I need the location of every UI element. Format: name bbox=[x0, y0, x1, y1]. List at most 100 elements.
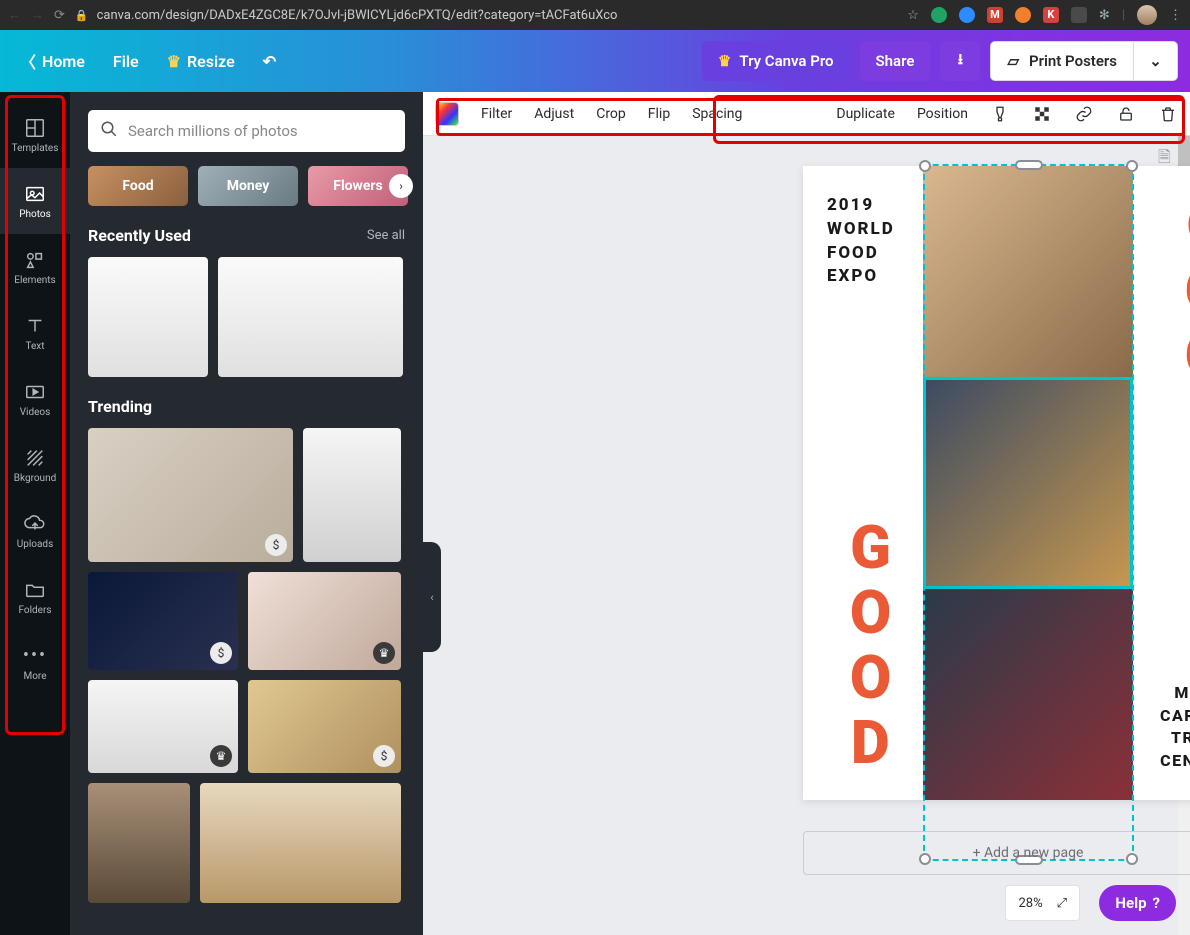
try-pro-button[interactable]: ♛ Try Canva Pro bbox=[702, 41, 850, 81]
browser-forward-icon[interactable]: → bbox=[31, 7, 44, 23]
poster-image-3[interactable] bbox=[923, 589, 1133, 800]
poster-date[interactable]: MAY 2 CAROLL TRADE CENTRE bbox=[1160, 682, 1190, 772]
nav-label: Text bbox=[25, 341, 44, 352]
search-box[interactable] bbox=[88, 110, 405, 152]
poster-image-column[interactable] bbox=[923, 166, 1133, 800]
share-button[interactable]: Share bbox=[860, 41, 931, 81]
recent-header: Recently Used See all bbox=[88, 226, 405, 245]
trending-photo[interactable]: $ bbox=[248, 680, 401, 773]
trending-photo[interactable] bbox=[200, 783, 401, 903]
folders-icon bbox=[24, 579, 46, 601]
crown-icon: ♛ bbox=[718, 52, 731, 70]
ext-gmail-icon[interactable]: M bbox=[987, 7, 1003, 23]
undo-button[interactable]: ↶ bbox=[263, 52, 276, 71]
browser-menu-icon[interactable]: ⋮ bbox=[1169, 8, 1182, 23]
browser-back-icon[interactable]: ← bbox=[8, 7, 21, 23]
category-food[interactable]: Food bbox=[88, 166, 188, 206]
add-page-button[interactable]: + Add a new page bbox=[803, 831, 1190, 875]
link-icon[interactable] bbox=[1074, 104, 1094, 124]
nav-label: Elements bbox=[14, 275, 55, 286]
address-bar[interactable]: 🔒 canva.com/design/DADxE4ZGC8E/k7OJvl-jB… bbox=[75, 8, 897, 23]
nav-label: Photos bbox=[19, 209, 51, 220]
tb-crop[interactable]: Crop bbox=[596, 106, 626, 122]
tb-flip[interactable]: Flip bbox=[648, 106, 670, 122]
star-icon[interactable]: ☆ bbox=[907, 8, 919, 23]
home-label: Home bbox=[42, 52, 85, 71]
chevron-down-icon: ⌄ bbox=[1149, 52, 1162, 70]
ext-blue-icon[interactable] bbox=[959, 7, 975, 23]
home-link[interactable]: 〈 Home bbox=[20, 49, 85, 73]
tb-spacing[interactable]: Spacing bbox=[692, 106, 742, 122]
nav-videos[interactable]: Videos bbox=[0, 366, 70, 432]
trending-photo[interactable] bbox=[88, 783, 190, 903]
canvas-scroll[interactable]: 🗎 ⿻ ＋ 2019 WORLD FOOD EXPO FOOD GOOD MAY… bbox=[423, 136, 1190, 935]
download-button[interactable]: ⭳ bbox=[940, 41, 980, 81]
color-swatch[interactable] bbox=[435, 102, 459, 126]
nav-templates[interactable]: Templates bbox=[0, 102, 70, 168]
nav-background[interactable]: Bkground bbox=[0, 432, 70, 498]
ext-k-icon[interactable]: K bbox=[1043, 7, 1059, 23]
chevron-left-icon: 〈 bbox=[20, 49, 36, 73]
nav-text[interactable]: Text bbox=[0, 300, 70, 366]
poster-big-food[interactable]: FOOD bbox=[1170, 194, 1190, 454]
date-line: CAROLL bbox=[1160, 705, 1190, 727]
nav-folders[interactable]: Folders bbox=[0, 564, 70, 630]
recent-photo-2[interactable] bbox=[218, 257, 403, 377]
category-money[interactable]: Money bbox=[198, 166, 298, 206]
category-row: Food Money Flowers › bbox=[88, 166, 405, 206]
print-label: Print Posters bbox=[1029, 52, 1117, 70]
help-button[interactable]: Help ? bbox=[1099, 885, 1176, 921]
nav-label: Videos bbox=[20, 407, 51, 418]
try-pro-label: Try Canva Pro bbox=[739, 52, 833, 70]
elements-icon bbox=[24, 249, 46, 271]
trending-photo[interactable] bbox=[303, 428, 401, 562]
nav-uploads[interactable]: Uploads bbox=[0, 498, 70, 564]
print-posters-button[interactable]: ▱ Print Posters bbox=[990, 41, 1134, 81]
zoom-value: 28% bbox=[1018, 896, 1042, 911]
poster-big-good[interactable]: GOOD bbox=[835, 512, 906, 772]
poster-image-2-selected[interactable] bbox=[923, 377, 1133, 588]
ext-snow-icon[interactable]: ✻ bbox=[1099, 8, 1110, 23]
panel-collapse-tab[interactable]: ‹ bbox=[423, 542, 441, 652]
nav-photos[interactable]: Photos bbox=[0, 168, 70, 234]
recent-photo-1[interactable] bbox=[88, 257, 208, 377]
ext-grammarly-icon[interactable] bbox=[931, 7, 947, 23]
lock-icon[interactable] bbox=[1116, 104, 1136, 124]
search-input[interactable] bbox=[128, 122, 393, 140]
transparency-icon[interactable] bbox=[1032, 104, 1052, 124]
crown-icon: ♛ bbox=[167, 52, 181, 71]
page-notes-icon[interactable]: 🗎 bbox=[1158, 146, 1178, 166]
file-menu[interactable]: File bbox=[113, 52, 139, 71]
poster-image-1[interactable] bbox=[923, 166, 1133, 377]
trending-photo[interactable]: $ bbox=[88, 572, 238, 670]
date-line: MAY 2 bbox=[1160, 682, 1190, 704]
tb-adjust[interactable]: Adjust bbox=[534, 106, 574, 122]
nav-more[interactable]: ••• More bbox=[0, 630, 70, 696]
tb-filter[interactable]: Filter bbox=[481, 106, 512, 122]
nav-label: Templates bbox=[12, 143, 59, 154]
trending-photo[interactable]: $ bbox=[88, 428, 293, 562]
tb-duplicate[interactable]: Duplicate bbox=[836, 106, 895, 122]
nav-elements[interactable]: Elements bbox=[0, 234, 70, 300]
poster-icon: ▱ bbox=[1007, 52, 1019, 70]
resize-menu[interactable]: ♛ Resize bbox=[167, 52, 235, 71]
print-dropdown[interactable]: ⌄ bbox=[1134, 41, 1178, 81]
nav-label: Bkground bbox=[14, 473, 57, 484]
trending-photo[interactable]: ♛ bbox=[248, 572, 401, 670]
poster-title[interactable]: 2019 WORLD FOOD EXPO bbox=[827, 194, 895, 289]
zoom-control[interactable]: 28% ⤢ bbox=[1005, 885, 1080, 921]
ext-orange-icon[interactable] bbox=[1015, 7, 1031, 23]
see-all-link[interactable]: See all bbox=[367, 228, 405, 243]
poster-page[interactable]: 2019 WORLD FOOD EXPO FOOD GOOD MAY 2 CAR… bbox=[803, 166, 1190, 800]
profile-avatar-icon[interactable] bbox=[1137, 5, 1157, 25]
trash-icon[interactable] bbox=[1158, 104, 1178, 124]
trending-photo[interactable]: ♛ bbox=[88, 680, 238, 773]
ext-gray-icon[interactable] bbox=[1071, 7, 1087, 23]
category-next-button[interactable]: › bbox=[389, 174, 413, 198]
title-line: 2019 bbox=[827, 194, 895, 218]
tb-position[interactable]: Position bbox=[917, 106, 968, 122]
chevron-left-icon: ‹ bbox=[430, 591, 433, 604]
fullscreen-icon[interactable]: ⤢ bbox=[1057, 896, 1067, 911]
browser-reload-icon[interactable]: ⟳ bbox=[54, 8, 65, 23]
copy-style-icon[interactable] bbox=[990, 104, 1010, 124]
